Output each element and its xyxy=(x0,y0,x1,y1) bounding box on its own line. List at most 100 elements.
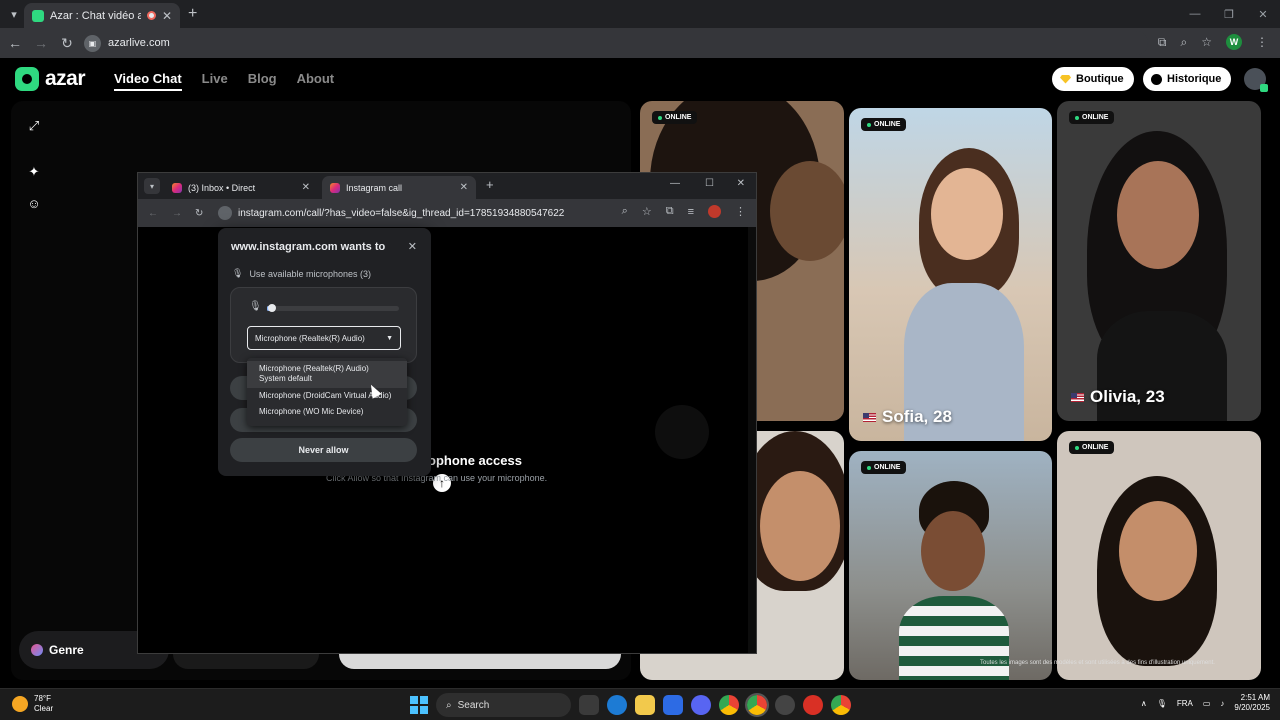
user-avatar[interactable] xyxy=(1244,68,1268,92)
extensions-icon[interactable]: ⧉ xyxy=(666,205,674,218)
maximize-icon[interactable]: ☐ xyxy=(705,178,714,189)
us-flag-icon xyxy=(1071,392,1084,402)
azar-logo-icon xyxy=(15,67,39,91)
historique-button[interactable]: Historique xyxy=(1143,67,1232,91)
azar-favicon-icon xyxy=(32,9,44,22)
dropdown-option-droidcam[interactable]: Microphone (DroidCam Virtual Audio) xyxy=(247,388,407,404)
dropdown-option-realtek[interactable]: Microphone (Realtek(R) Audio) System def… xyxy=(247,361,407,388)
genre-label: Genre xyxy=(49,643,84,657)
nav-blog[interactable]: Blog xyxy=(248,71,277,91)
expand-icon[interactable]: ⤢ xyxy=(27,119,41,133)
network-icon[interactable]: ▭ xyxy=(1203,699,1211,708)
chrome-active-icon[interactable] xyxy=(745,693,769,717)
profile-name-tag: Olivia, 23 xyxy=(1071,387,1165,407)
back-icon[interactable]: ← xyxy=(2,35,28,51)
nav-about[interactable]: About xyxy=(297,71,335,91)
menu-kebab-icon[interactable]: ⋮ xyxy=(1256,35,1268,49)
edge-icon[interactable] xyxy=(607,695,627,715)
weather-moon-icon xyxy=(12,695,28,712)
clock-icon xyxy=(1151,73,1162,85)
azar-nav: Video Chat Live Blog About xyxy=(114,71,334,91)
menu-kebab-icon[interactable]: ⋮ xyxy=(735,205,746,218)
store-icon[interactable] xyxy=(663,695,683,715)
profile-card[interactable]: ONLINE xyxy=(1057,431,1261,680)
nav-video-chat[interactable]: Video Chat xyxy=(114,71,182,91)
discord-icon[interactable] xyxy=(691,695,711,715)
volume-icon[interactable]: ♪ xyxy=(1220,699,1224,708)
azar-header: azar Video Chat Live Blog About Boutique… xyxy=(0,58,1280,100)
chrome-profile-icon[interactable] xyxy=(831,695,851,715)
tab-search-chevron-icon[interactable]: ▾ xyxy=(144,178,160,194)
inner-omnibox[interactable]: instagram.com/call/?has_video=false&ig_t… xyxy=(218,203,638,223)
restore-icon[interactable]: ❐ xyxy=(1212,0,1246,28)
microphone-selector-box: 🎙︎ Microphone (Realtek(R) Audio) ▼ xyxy=(230,287,417,363)
profile-avatar[interactable]: W xyxy=(1226,34,1242,50)
close-dialog-icon[interactable]: ✕ xyxy=(408,240,417,253)
profile-avatar[interactable] xyxy=(708,205,721,218)
media-controls-icon[interactable]: ≡ xyxy=(688,206,694,218)
bookmark-star-icon[interactable]: ☆ xyxy=(642,205,652,218)
omnibox[interactable]: ▣ azarlive.com xyxy=(80,31,1148,55)
profile-card-sofia[interactable]: ONLINE Sofia, 28 xyxy=(849,108,1052,441)
azar-logo[interactable]: azar xyxy=(15,67,86,91)
weather-temp: 78°F xyxy=(34,694,51,703)
profile-photo-face xyxy=(770,161,844,261)
never-allow-button[interactable]: Never allow xyxy=(230,438,417,462)
tab-azar[interactable]: Azar : Chat vidéo avec de n ✕ xyxy=(24,3,180,28)
boutique-button[interactable]: Boutique xyxy=(1052,67,1134,91)
forward-icon[interactable]: → xyxy=(28,35,54,51)
close-tab-icon[interactable]: ✕ xyxy=(162,9,172,23)
sticker-icon[interactable]: ☺ xyxy=(27,197,41,211)
new-tab-button[interactable]: + xyxy=(188,5,197,23)
mic-level-meter xyxy=(267,304,399,312)
reload-icon[interactable]: ↻ xyxy=(195,208,203,219)
microphone-icon: 🎙︎ xyxy=(249,301,262,312)
clock-time: 2:51 AM xyxy=(1240,693,1270,702)
microphone-select[interactable]: Microphone (Realtek(R) Audio) ▼ xyxy=(247,326,401,350)
windows-taskbar: 78°F Clear ⌕ Search ∧ 🎙︎ FRA ▭ ♪ 2:51 AM… xyxy=(0,688,1280,720)
bookmark-star-icon[interactable]: ☆ xyxy=(1201,35,1212,49)
caller-avatar-placeholder xyxy=(655,405,709,459)
tab-instagram-call[interactable]: Instagram call ✕ xyxy=(322,176,476,199)
reload-icon[interactable]: ↻ xyxy=(54,35,80,52)
microphone-app-icon[interactable] xyxy=(803,695,823,715)
scrollbar[interactable] xyxy=(748,227,756,653)
app-icon[interactable] xyxy=(775,695,795,715)
site-info-icon[interactable]: ▣ xyxy=(84,34,101,52)
sparkle-effects-icon[interactable]: ✦ xyxy=(27,165,41,179)
online-badge: ONLINE xyxy=(861,118,907,131)
zoom-icon[interactable]: ⌕ xyxy=(622,205,628,218)
outer-address-bar: ← → ↻ ▣ azarlive.com ⧉ ⌕ ☆ W ⋮ xyxy=(0,28,1280,58)
tray-chevron-icon[interactable]: ∧ xyxy=(1141,699,1147,708)
minimize-icon[interactable]: — xyxy=(1178,0,1212,28)
minimize-icon[interactable]: — xyxy=(670,178,680,189)
weather-widget[interactable]: 78°F Clear xyxy=(12,694,53,713)
file-explorer-icon[interactable] xyxy=(635,695,655,715)
online-badge: ONLINE xyxy=(861,461,907,474)
dropdown-option-womic[interactable]: Microphone (WO Mic Device) xyxy=(247,404,407,420)
close-window-icon[interactable]: ✕ xyxy=(737,178,745,189)
language-indicator[interactable]: FRA xyxy=(1177,699,1193,708)
nav-live[interactable]: Live xyxy=(202,71,228,91)
close-tab-icon[interactable]: ✕ xyxy=(302,182,310,193)
close-window-icon[interactable]: ✕ xyxy=(1246,0,1280,28)
cast-icon[interactable]: ⧉ xyxy=(1158,35,1167,50)
back-icon[interactable]: ← xyxy=(148,208,158,219)
chrome-icon[interactable] xyxy=(719,695,739,715)
task-view-icon[interactable] xyxy=(579,695,599,715)
microphone-dropdown: Microphone (Realtek(R) Audio) System def… xyxy=(247,358,407,426)
tab-inbox[interactable]: (3) Inbox • Direct ✕ xyxy=(164,176,318,199)
site-info-icon[interactable] xyxy=(218,206,232,220)
new-tab-button[interactable]: + xyxy=(486,177,494,192)
microphone-tray-icon[interactable]: 🎙︎ xyxy=(1157,699,1167,708)
close-tab-icon[interactable]: ✕ xyxy=(460,182,468,193)
window-controls: — ❐ ✕ xyxy=(1178,0,1280,28)
clock[interactable]: 2:51 AM 9/20/2025 xyxy=(1234,693,1270,714)
windows-start-icon[interactable] xyxy=(410,696,428,714)
zoom-icon[interactable]: ⌕ xyxy=(1181,35,1188,50)
profile-card-olivia[interactable]: ONLINE Olivia, 23 xyxy=(1057,101,1261,421)
forward-icon[interactable]: → xyxy=(172,208,182,219)
tab-label: (3) Inbox • Direct xyxy=(188,182,256,193)
profile-card[interactable]: ONLINE xyxy=(849,451,1052,680)
taskbar-search[interactable]: ⌕ Search xyxy=(436,693,571,717)
